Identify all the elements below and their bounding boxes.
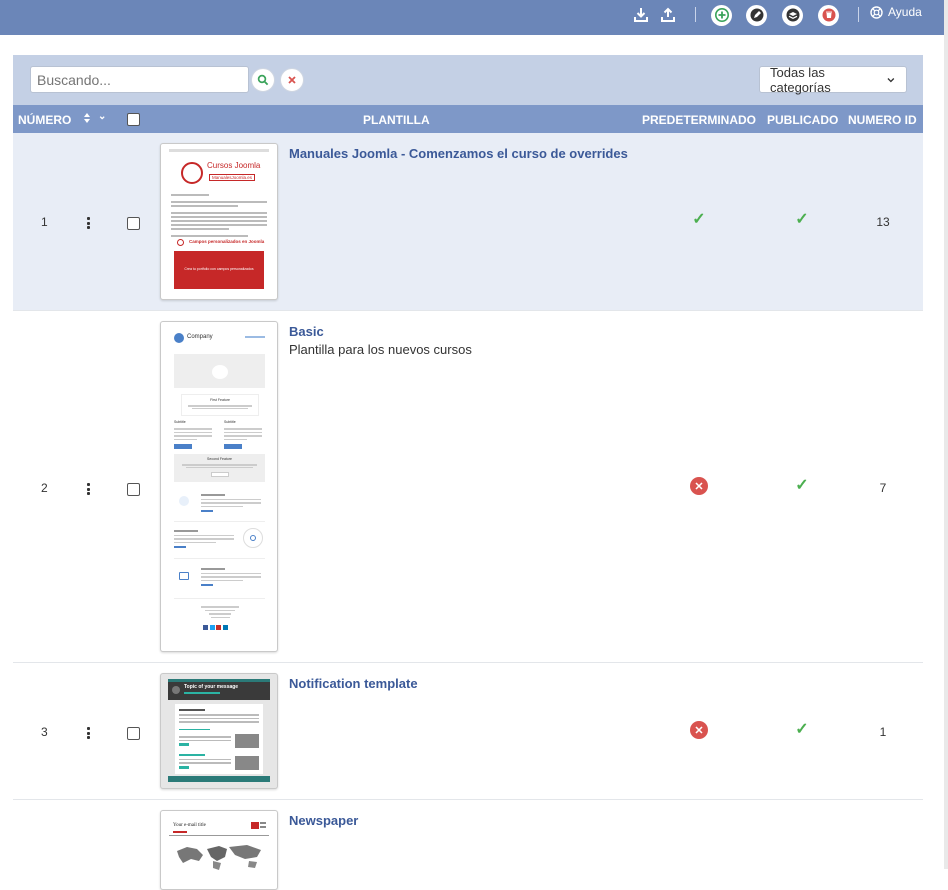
category-select-value: Todas las categorías — [770, 64, 831, 95]
default-status-x-icon[interactable]: ✕ — [690, 477, 708, 495]
template-thumbnail[interactable]: Company First Feature Subtitle Subtitle … — [160, 321, 278, 652]
toolbar-divider — [858, 7, 859, 22]
add-icon[interactable] — [711, 4, 732, 26]
table-header: NÚMERO ⌄ PLANTILLA PREDETERMINADO PUBLIC… — [13, 105, 923, 133]
download-icon[interactable] — [632, 4, 650, 26]
row-id: 13 — [876, 215, 890, 229]
published-status-check-icon[interactable]: ✓ — [793, 477, 811, 495]
template-title-link[interactable]: Basic — [289, 324, 324, 339]
header-number[interactable]: NÚMERO — [18, 113, 71, 127]
thumb-subtitle: Subtitle — [224, 420, 236, 424]
close-icon — [288, 76, 296, 84]
scrollbar-track[interactable] — [944, 0, 948, 869]
calendar-icon — [179, 496, 189, 506]
search-input[interactable] — [30, 66, 249, 93]
header-default[interactable]: PREDETERMINADO — [642, 113, 756, 127]
table-row[interactable]: 3 Topic of your message Notification tem… — [13, 663, 923, 800]
header-published[interactable]: PUBLICADO — [767, 113, 838, 127]
template-title-link[interactable]: Newspaper — [289, 813, 358, 828]
image-placeholder-icon — [211, 365, 228, 379]
thumb-brand: Cursos Joomla — [207, 161, 261, 170]
top-toolbar: Ayuda — [0, 0, 944, 35]
row-number: 1 — [41, 215, 48, 229]
toolbar-divider — [695, 7, 696, 22]
table-row[interactable]: 2 Company First Feature Subtitle Subtitl… — [13, 311, 923, 663]
help-label: Ayuda — [888, 5, 922, 19]
filter-bar: Todas las categorías — [13, 55, 923, 105]
upload-icon[interactable] — [659, 4, 677, 26]
image-placeholder-icon — [235, 756, 259, 770]
trash-icon[interactable] — [818, 4, 839, 26]
table-row[interactable]: 1 Cursos Joomla ManualesJoomla.es Campos… — [13, 133, 923, 311]
category-select[interactable]: Todas las categorías — [759, 64, 907, 95]
default-status-check-icon[interactable]: ✓ — [690, 211, 708, 229]
world-map-image — [177, 845, 261, 870]
target-icon — [243, 528, 263, 548]
drag-handle-icon[interactable] — [87, 217, 90, 231]
drag-handle-icon[interactable] — [87, 483, 90, 497]
chevron-down-icon[interactable]: ⌄ — [98, 111, 106, 122]
template-thumbnail[interactable]: Cursos Joomla ManualesJoomla.es Campos p… — [160, 143, 278, 300]
thumb-brand: Company — [187, 334, 213, 340]
template-thumbnail[interactable]: Your e-mail title — [160, 810, 278, 890]
thumb-subtitle: Subtitle — [174, 420, 186, 424]
help-icon — [870, 5, 883, 19]
row-id: 7 — [879, 481, 887, 495]
row-number: 2 — [41, 481, 48, 495]
layers-icon[interactable] — [782, 4, 803, 26]
image-placeholder-icon — [235, 734, 259, 748]
thumb-heading: Campos personalizados en Joomla — [189, 239, 265, 244]
template-thumbnail[interactable]: Topic of your message — [160, 673, 278, 789]
row-checkbox[interactable] — [127, 727, 140, 740]
template-description: Plantilla para los nuevos cursos — [289, 342, 472, 357]
thumb-brand-sub: ManualesJoomla.es — [209, 174, 256, 181]
monitor-icon — [179, 572, 189, 580]
published-status-check-icon[interactable]: ✓ — [793, 211, 811, 229]
edit-icon[interactable] — [746, 4, 767, 26]
row-checkbox[interactable] — [127, 217, 140, 230]
table-row[interactable]: Your e-mail title Newspaper — [13, 800, 923, 890]
template-title-link[interactable]: Manuales Joomla - Comenzamos el curso de… — [289, 146, 628, 161]
thumb-feature2: Second Feature — [207, 457, 232, 461]
row-id: 1 — [879, 725, 887, 739]
logo-icon — [174, 333, 184, 343]
search-icon — [257, 74, 269, 86]
thumb-feature1: First Feature — [210, 398, 230, 402]
published-status-check-icon[interactable]: ✓ — [793, 721, 811, 739]
thumb-heading: Topic of your message — [184, 684, 239, 690]
template-title-link[interactable]: Notification template — [289, 676, 418, 691]
clear-search-button[interactable] — [280, 68, 304, 92]
thumb-cta: Crea tu portfolio con campos personaliza… — [184, 267, 254, 271]
drag-handle-icon[interactable] — [87, 727, 90, 741]
thumb-heading: Your e-mail title — [173, 823, 206, 828]
sort-icon[interactable] — [83, 112, 91, 127]
default-status-x-icon[interactable]: ✕ — [690, 721, 708, 739]
row-number: 3 — [41, 725, 48, 739]
logo-icon — [181, 162, 203, 184]
header-id[interactable]: NUMERO ID — [848, 113, 917, 127]
chevron-down-icon — [887, 77, 895, 82]
select-all-checkbox[interactable] — [127, 113, 140, 126]
header-template[interactable]: PLANTILLA — [363, 113, 430, 127]
search-button[interactable] — [251, 68, 275, 92]
row-checkbox[interactable] — [127, 483, 140, 496]
social-icons — [203, 625, 228, 630]
help-link[interactable]: Ayuda — [870, 5, 922, 19]
